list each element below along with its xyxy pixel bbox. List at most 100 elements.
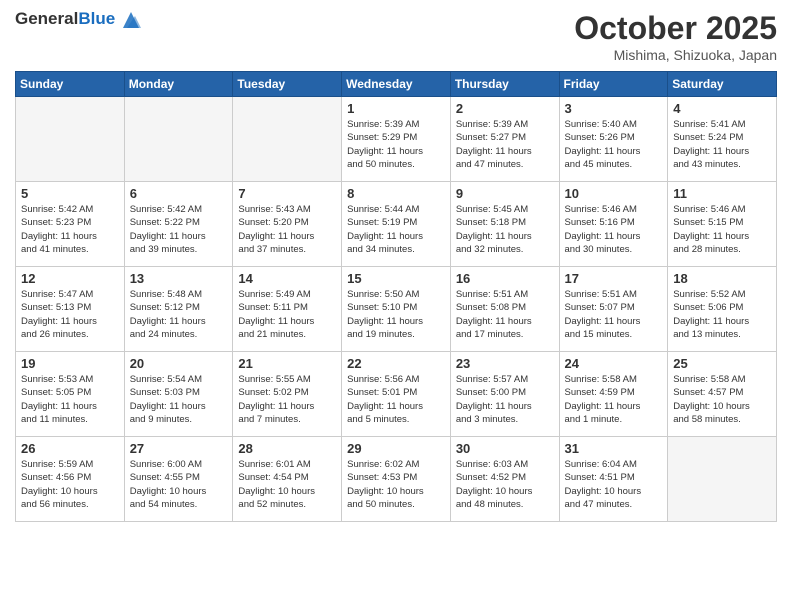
calendar-cell: 31 Sunrise: 6:04 AMSunset: 4:51 PMDayligh… xyxy=(559,437,668,522)
calendar-cell: 29Sunrise: 6:02 AMSunset: 4:53 PMDayligh… xyxy=(342,437,451,522)
day-number: 4 xyxy=(673,101,771,116)
day-number: 14 xyxy=(238,271,336,286)
day-number: 9 xyxy=(456,186,554,201)
day-info: Sunrise: 5:58 AMSunset: 4:57 PMDaylight:… xyxy=(673,373,771,426)
calendar-cell: 4 Sunrise: 5:41 AMSunset: 5:24 PMDaylight… xyxy=(668,97,777,182)
col-tuesday: Tuesday xyxy=(233,72,342,97)
day-number: 27 xyxy=(130,441,228,456)
day-info: Sunrise: 5:41 AMSunset: 5:24 PMDaylight:… xyxy=(673,118,771,171)
day-number: 16 xyxy=(456,271,554,286)
day-number: 24 xyxy=(565,356,663,371)
calendar-cell: 16 Sunrise: 5:51 AMSunset: 5:08 PMDayligh… xyxy=(450,267,559,352)
day-info: Sunrise: 5:57 AMSunset: 5:00 PMDaylight:… xyxy=(456,373,554,426)
day-number: 11 xyxy=(673,186,771,201)
day-number: 12 xyxy=(21,271,119,286)
logo-general: General xyxy=(15,9,78,28)
day-number: 3 xyxy=(565,101,663,116)
day-info: Sunrise: 5:52 AMSunset: 5:06 PMDaylight:… xyxy=(673,288,771,341)
logo: GeneralBlue xyxy=(15,10,141,29)
day-info: Sunrise: 5:51 AMSunset: 5:07 PMDaylight:… xyxy=(565,288,663,341)
col-thursday: Thursday xyxy=(450,72,559,97)
calendar-cell: 3 Sunrise: 5:40 AMSunset: 5:26 PMDaylight… xyxy=(559,97,668,182)
day-info: Sunrise: 5:45 AMSunset: 5:18 PMDaylight:… xyxy=(456,203,554,256)
day-number: 19 xyxy=(21,356,119,371)
day-info: Sunrise: 5:51 AMSunset: 5:08 PMDaylight:… xyxy=(456,288,554,341)
day-info: Sunrise: 5:59 AMSunset: 4:56 PMDaylight:… xyxy=(21,458,119,511)
day-info: Sunrise: 5:55 AMSunset: 5:02 PMDaylight:… xyxy=(238,373,336,426)
calendar-cell: 19 Sunrise: 5:53 AMSunset: 5:05 PMDayligh… xyxy=(16,352,125,437)
day-number: 25 xyxy=(673,356,771,371)
calendar-cell: 5Sunrise: 5:42 AMSunset: 5:23 PMDaylight… xyxy=(16,182,125,267)
day-number: 28 xyxy=(238,441,336,456)
day-number: 7 xyxy=(238,186,336,201)
day-info: Sunrise: 5:39 AMSunset: 5:27 PMDaylight:… xyxy=(456,118,554,171)
day-info: Sunrise: 6:04 AMSunset: 4:51 PMDaylight:… xyxy=(565,458,663,511)
day-info: Sunrise: 5:48 AMSunset: 5:12 PMDaylight:… xyxy=(130,288,228,341)
calendar-cell: 24Sunrise: 5:58 AMSunset: 4:59 PMDayligh… xyxy=(559,352,668,437)
calendar-cell xyxy=(668,437,777,522)
calendar-cell xyxy=(233,97,342,182)
logo-icon xyxy=(121,12,141,28)
day-info: Sunrise: 5:39 AMSunset: 5:29 PMDaylight:… xyxy=(347,118,445,171)
calendar-cell: 7 Sunrise: 5:43 AMSunset: 5:20 PMDaylight… xyxy=(233,182,342,267)
calendar-cell xyxy=(16,97,125,182)
day-info: Sunrise: 5:50 AMSunset: 5:10 PMDaylight:… xyxy=(347,288,445,341)
calendar-cell: 14 Sunrise: 5:49 AMSunset: 5:11 PMDayligh… xyxy=(233,267,342,352)
calendar-cell: 30 Sunrise: 6:03 AMSunset: 4:52 PMDayligh… xyxy=(450,437,559,522)
day-info: Sunrise: 5:49 AMSunset: 5:11 PMDaylight:… xyxy=(238,288,336,341)
weekday-header-row: Sunday Monday Tuesday Wednesday Thursday… xyxy=(16,72,777,97)
calendar-cell: 23 Sunrise: 5:57 AMSunset: 5:00 PMDayligh… xyxy=(450,352,559,437)
day-number: 6 xyxy=(130,186,228,201)
title-block: October 2025 Mishima, Shizuoka, Japan xyxy=(574,10,777,63)
day-info: Sunrise: 5:46 AMSunset: 5:16 PMDaylight:… xyxy=(565,203,663,256)
week-row-4: 19 Sunrise: 5:53 AMSunset: 5:05 PMDayligh… xyxy=(16,352,777,437)
day-info: Sunrise: 5:53 AMSunset: 5:05 PMDaylight:… xyxy=(21,373,119,426)
calendar-cell: 1 Sunrise: 5:39 AMSunset: 5:29 PMDaylight… xyxy=(342,97,451,182)
day-number: 23 xyxy=(456,356,554,371)
day-info: Sunrise: 5:42 AMSunset: 5:23 PMDaylight:… xyxy=(21,203,119,256)
col-sunday: Sunday xyxy=(16,72,125,97)
day-info: Sunrise: 5:44 AMSunset: 5:19 PMDaylight:… xyxy=(347,203,445,256)
calendar-cell: 8 Sunrise: 5:44 AMSunset: 5:19 PMDaylight… xyxy=(342,182,451,267)
week-row-1: 1 Sunrise: 5:39 AMSunset: 5:29 PMDaylight… xyxy=(16,97,777,182)
calendar-cell: 28 Sunrise: 6:01 AMSunset: 4:54 PMDayligh… xyxy=(233,437,342,522)
day-info: Sunrise: 5:43 AMSunset: 5:20 PMDaylight:… xyxy=(238,203,336,256)
day-number: 21 xyxy=(238,356,336,371)
calendar-body: 1 Sunrise: 5:39 AMSunset: 5:29 PMDaylight… xyxy=(16,97,777,522)
calendar-header: Sunday Monday Tuesday Wednesday Thursday… xyxy=(16,72,777,97)
day-number: 15 xyxy=(347,271,445,286)
calendar-cell: 22Sunrise: 5:56 AMSunset: 5:01 PMDayligh… xyxy=(342,352,451,437)
day-info: Sunrise: 5:42 AMSunset: 5:22 PMDaylight:… xyxy=(130,203,228,256)
day-info: Sunrise: 6:00 AMSunset: 4:55 PMDaylight:… xyxy=(130,458,228,511)
col-wednesday: Wednesday xyxy=(342,72,451,97)
calendar-cell: 2Sunrise: 5:39 AMSunset: 5:27 PMDaylight… xyxy=(450,97,559,182)
calendar-cell: 20Sunrise: 5:54 AMSunset: 5:03 PMDayligh… xyxy=(124,352,233,437)
calendar-cell: 11Sunrise: 5:46 AMSunset: 5:15 PMDayligh… xyxy=(668,182,777,267)
col-friday: Friday xyxy=(559,72,668,97)
day-number: 1 xyxy=(347,101,445,116)
calendar-cell: 6 Sunrise: 5:42 AMSunset: 5:22 PMDaylight… xyxy=(124,182,233,267)
day-number: 8 xyxy=(347,186,445,201)
calendar-cell: 26 Sunrise: 5:59 AMSunset: 4:56 PMDayligh… xyxy=(16,437,125,522)
col-saturday: Saturday xyxy=(668,72,777,97)
month-title: October 2025 xyxy=(574,10,777,47)
day-info: Sunrise: 5:40 AMSunset: 5:26 PMDaylight:… xyxy=(565,118,663,171)
col-monday: Monday xyxy=(124,72,233,97)
day-number: 26 xyxy=(21,441,119,456)
calendar-cell: 25 Sunrise: 5:58 AMSunset: 4:57 PMDayligh… xyxy=(668,352,777,437)
week-row-5: 26 Sunrise: 5:59 AMSunset: 4:56 PMDayligh… xyxy=(16,437,777,522)
day-number: 10 xyxy=(565,186,663,201)
calendar-cell: 17 Sunrise: 5:51 AMSunset: 5:07 PMDayligh… xyxy=(559,267,668,352)
day-info: Sunrise: 5:47 AMSunset: 5:13 PMDaylight:… xyxy=(21,288,119,341)
day-number: 31 xyxy=(565,441,663,456)
week-row-3: 12 Sunrise: 5:47 AMSunset: 5:13 PMDayligh… xyxy=(16,267,777,352)
day-info: Sunrise: 6:02 AMSunset: 4:53 PMDaylight:… xyxy=(347,458,445,511)
page: GeneralBlue October 2025 Mishima, Shizuo… xyxy=(0,0,792,612)
day-number: 17 xyxy=(565,271,663,286)
calendar-table: Sunday Monday Tuesday Wednesday Thursday… xyxy=(15,71,777,522)
day-info: Sunrise: 6:01 AMSunset: 4:54 PMDaylight:… xyxy=(238,458,336,511)
day-number: 30 xyxy=(456,441,554,456)
day-info: Sunrise: 6:03 AMSunset: 4:52 PMDaylight:… xyxy=(456,458,554,511)
calendar-cell: 13Sunrise: 5:48 AMSunset: 5:12 PMDayligh… xyxy=(124,267,233,352)
header: GeneralBlue October 2025 Mishima, Shizuo… xyxy=(15,10,777,63)
